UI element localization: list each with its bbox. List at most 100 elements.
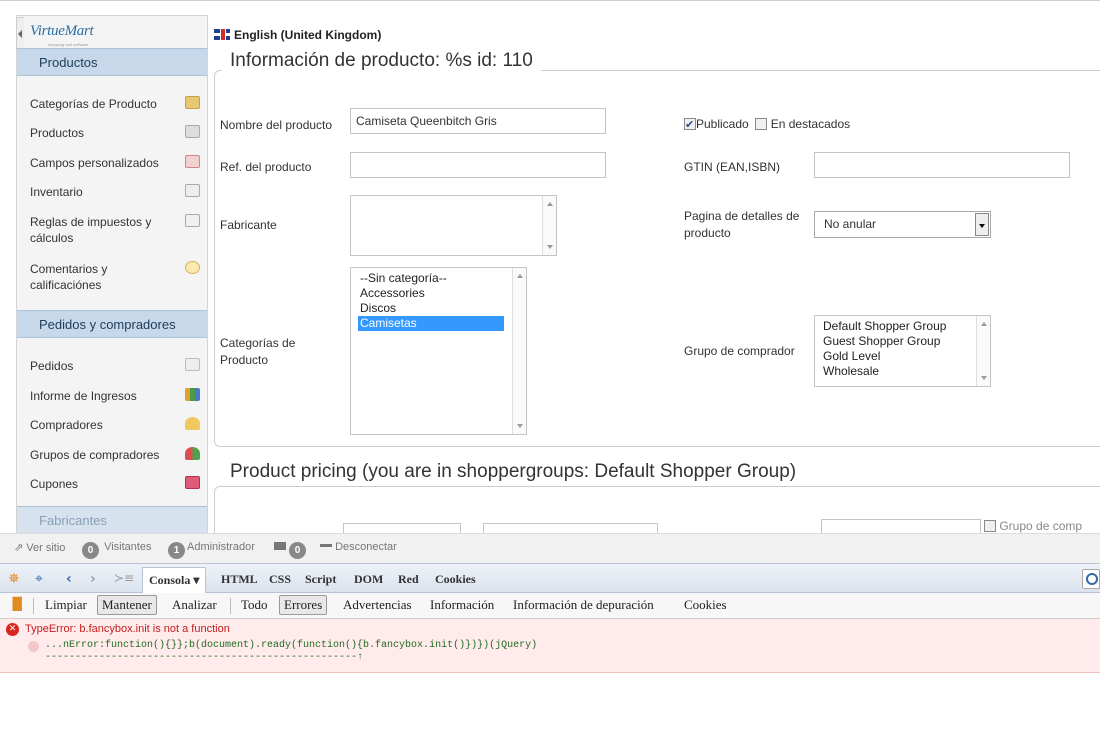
sidebar-item-shopper-groups[interactable]: Grupos de compradores — [30, 447, 200, 463]
manufacturer-select[interactable] — [350, 195, 557, 256]
error-message[interactable]: TypeError: b.fancybox.init is not a func… — [25, 623, 230, 635]
sidebar-item-label: Campos personalizados — [30, 156, 159, 170]
tab-css[interactable]: CSS — [269, 572, 291, 587]
forward-icon[interactable]: › — [90, 571, 96, 587]
command-line-icon[interactable]: ≻≡ — [114, 571, 134, 585]
product-categories-label: Categorías de Producto — [220, 336, 296, 367]
sidebar-item-products[interactable]: Productos — [30, 125, 200, 141]
sidebar-item-label: Grupos de compradores — [30, 448, 160, 462]
view-site-link[interactable]: ⇗ Ver sitio — [14, 541, 65, 554]
shopper-group-option[interactable]: Default Shopper Group — [815, 319, 990, 334]
shopper-group-select[interactable]: Default Shopper Group Guest Shopper Grou… — [814, 315, 991, 387]
sidebar-item-label: Reglas de impuestos y cálculos — [30, 215, 152, 245]
console-options-icon[interactable]: ▐▌ — [8, 597, 26, 611]
sidebar-item-inventory[interactable]: Inventario — [30, 184, 200, 200]
logout-link[interactable]: Desconectar — [320, 541, 397, 553]
error-row[interactable]: ✕ TypeError: b.fancybox.init is not a fu… — [0, 619, 1100, 673]
sidebar-item-shoppers[interactable]: Compradores — [30, 417, 200, 433]
tab-cookies[interactable]: Cookies — [435, 572, 476, 587]
featured-checkbox[interactable] — [755, 118, 768, 130]
filter-errors-button[interactable]: Errores — [279, 595, 328, 615]
categories-scrollbar[interactable] — [512, 268, 526, 434]
chevron-down-icon[interactable] — [975, 213, 989, 236]
pricing-select[interactable] — [483, 523, 658, 533]
sidebar-item-orders[interactable]: Pedidos — [30, 358, 200, 374]
sidebar-item-label: Productos — [30, 126, 85, 140]
shopper-group-option[interactable]: Gold Level — [815, 349, 990, 364]
profile-button[interactable]: Analizar — [172, 597, 217, 613]
shopper-group-column-label: Grupo de comp — [984, 518, 1082, 533]
shopper-group-checkbox[interactable] — [984, 520, 996, 532]
page: VirtueMart shopping cart software Produc… — [0, 0, 1100, 738]
product-sku-label: Ref. del producto — [220, 160, 312, 174]
filter-all-button[interactable]: Todo — [241, 597, 268, 613]
filter-info-button[interactable]: Información — [430, 597, 494, 613]
tab-console[interactable]: Consola ▾ — [142, 567, 207, 595]
published-checkbox-group[interactable]: Publicado En destacados — [684, 116, 850, 133]
sidebar-item-label: Pedidos — [30, 359, 74, 373]
sidebar-item-label: Compradores — [30, 418, 103, 432]
console-panel: ✕ TypeError: b.fancybox.init is not a fu… — [0, 619, 1100, 738]
published-label: Publicado — [696, 117, 749, 131]
category-option[interactable]: Accessories — [358, 286, 511, 301]
back-icon[interactable]: ‹ — [66, 571, 72, 587]
sidebar-item-revenue-report[interactable]: Informe de Ingresos — [30, 388, 200, 404]
sidebar-item-custom-fields[interactable]: Campos personalizados — [30, 155, 200, 171]
error-source-code[interactable]: ...nError:function(){}};b(document).read… — [45, 640, 537, 651]
tab-html[interactable]: HTML — [221, 572, 258, 587]
console-toolbar: ▐▌ Limpiar Mantener Analizar Todo Errore… — [0, 593, 1100, 619]
breakpoint-icon[interactable] — [28, 641, 39, 652]
shopper-group-column-text: Grupo de comp — [999, 519, 1083, 533]
category-option[interactable]: Discos — [358, 301, 511, 316]
detail-page-select[interactable]: No anular — [814, 211, 991, 238]
mail-icon — [274, 542, 286, 550]
published-checkbox[interactable] — [684, 116, 696, 133]
messages-indicator[interactable]: 0 — [274, 541, 308, 559]
sidebar-section-manufacturers[interactable]: Fabricantes — [17, 506, 207, 533]
clear-button[interactable]: Limpiar — [45, 597, 87, 613]
sidebar-item-tax-rules[interactable]: Reglas de impuestos y cálculos — [30, 214, 200, 246]
persist-button[interactable]: Mantener — [97, 595, 157, 615]
language-indicator: English (United Kingdom) — [214, 28, 381, 42]
product-sku-input[interactable] — [350, 152, 606, 178]
sidebar-item-label: Informe de Ingresos — [30, 389, 137, 403]
sidebar-section-products[interactable]: Productos — [17, 48, 207, 76]
logo-text: VirtueMart — [30, 23, 94, 39]
detail-page-label: Pagina de detalles de producto — [684, 209, 800, 240]
detail-page-value: No anular — [824, 217, 877, 231]
shopper-groups-icon — [185, 447, 200, 460]
product-info-fieldset — [214, 70, 1100, 447]
product-categories-select[interactable]: --Sin categoría-- Accessories Discos Cam… — [350, 267, 527, 435]
category-option-selected[interactable]: Camisetas — [358, 316, 504, 331]
virtuemart-logo[interactable]: VirtueMart shopping cart software — [30, 23, 140, 47]
filter-cookies-button[interactable]: Cookies — [684, 597, 727, 613]
admins-label: Administrador — [187, 541, 255, 553]
pricing-input[interactable] — [343, 523, 461, 533]
tab-script[interactable]: Script — [305, 572, 336, 587]
sidebar-item-coupons[interactable]: Cupones — [30, 476, 200, 492]
admin-panel: VirtueMart shopping cart software Produc… — [0, 0, 1100, 533]
manufacturer-scrollbar[interactable] — [542, 196, 556, 255]
sidebar-item-comments[interactable]: Comentarios y calificaciónes — [30, 261, 200, 293]
sidebar-item-categories[interactable]: Categorías de Producto — [30, 96, 200, 112]
firebug-icon[interactable]: ✵ — [8, 571, 20, 587]
product-name-input[interactable] — [350, 108, 606, 134]
inventory-icon — [185, 184, 200, 197]
shopper-group-option[interactable]: Wholesale — [815, 364, 990, 379]
category-option[interactable]: --Sin categoría-- — [358, 271, 511, 286]
filter-warnings-button[interactable]: Advertencias — [343, 597, 412, 613]
shopper-group-scrollbar[interactable] — [976, 316, 990, 386]
inspect-icon[interactable]: ⌖ — [35, 571, 43, 587]
gtin-input[interactable] — [814, 152, 1070, 178]
filter-debug-button[interactable]: Información de depuración — [513, 597, 654, 613]
shopper-group-option[interactable]: Guest Shopper Group — [815, 334, 990, 349]
product-info-legend: Información de producto: %s id: 110 — [222, 50, 541, 72]
pricing-input[interactable] — [821, 519, 981, 533]
search-icon[interactable] — [1082, 569, 1100, 589]
sidebar-section-orders[interactable]: Pedidos y compradores — [17, 310, 207, 338]
error-icon: ✕ — [6, 623, 19, 636]
featured-label: En destacados — [770, 117, 851, 131]
tab-net[interactable]: Red — [398, 572, 419, 587]
gtin-label: GTIN (EAN,ISBN) — [684, 160, 781, 174]
tab-dom[interactable]: DOM — [354, 572, 383, 587]
